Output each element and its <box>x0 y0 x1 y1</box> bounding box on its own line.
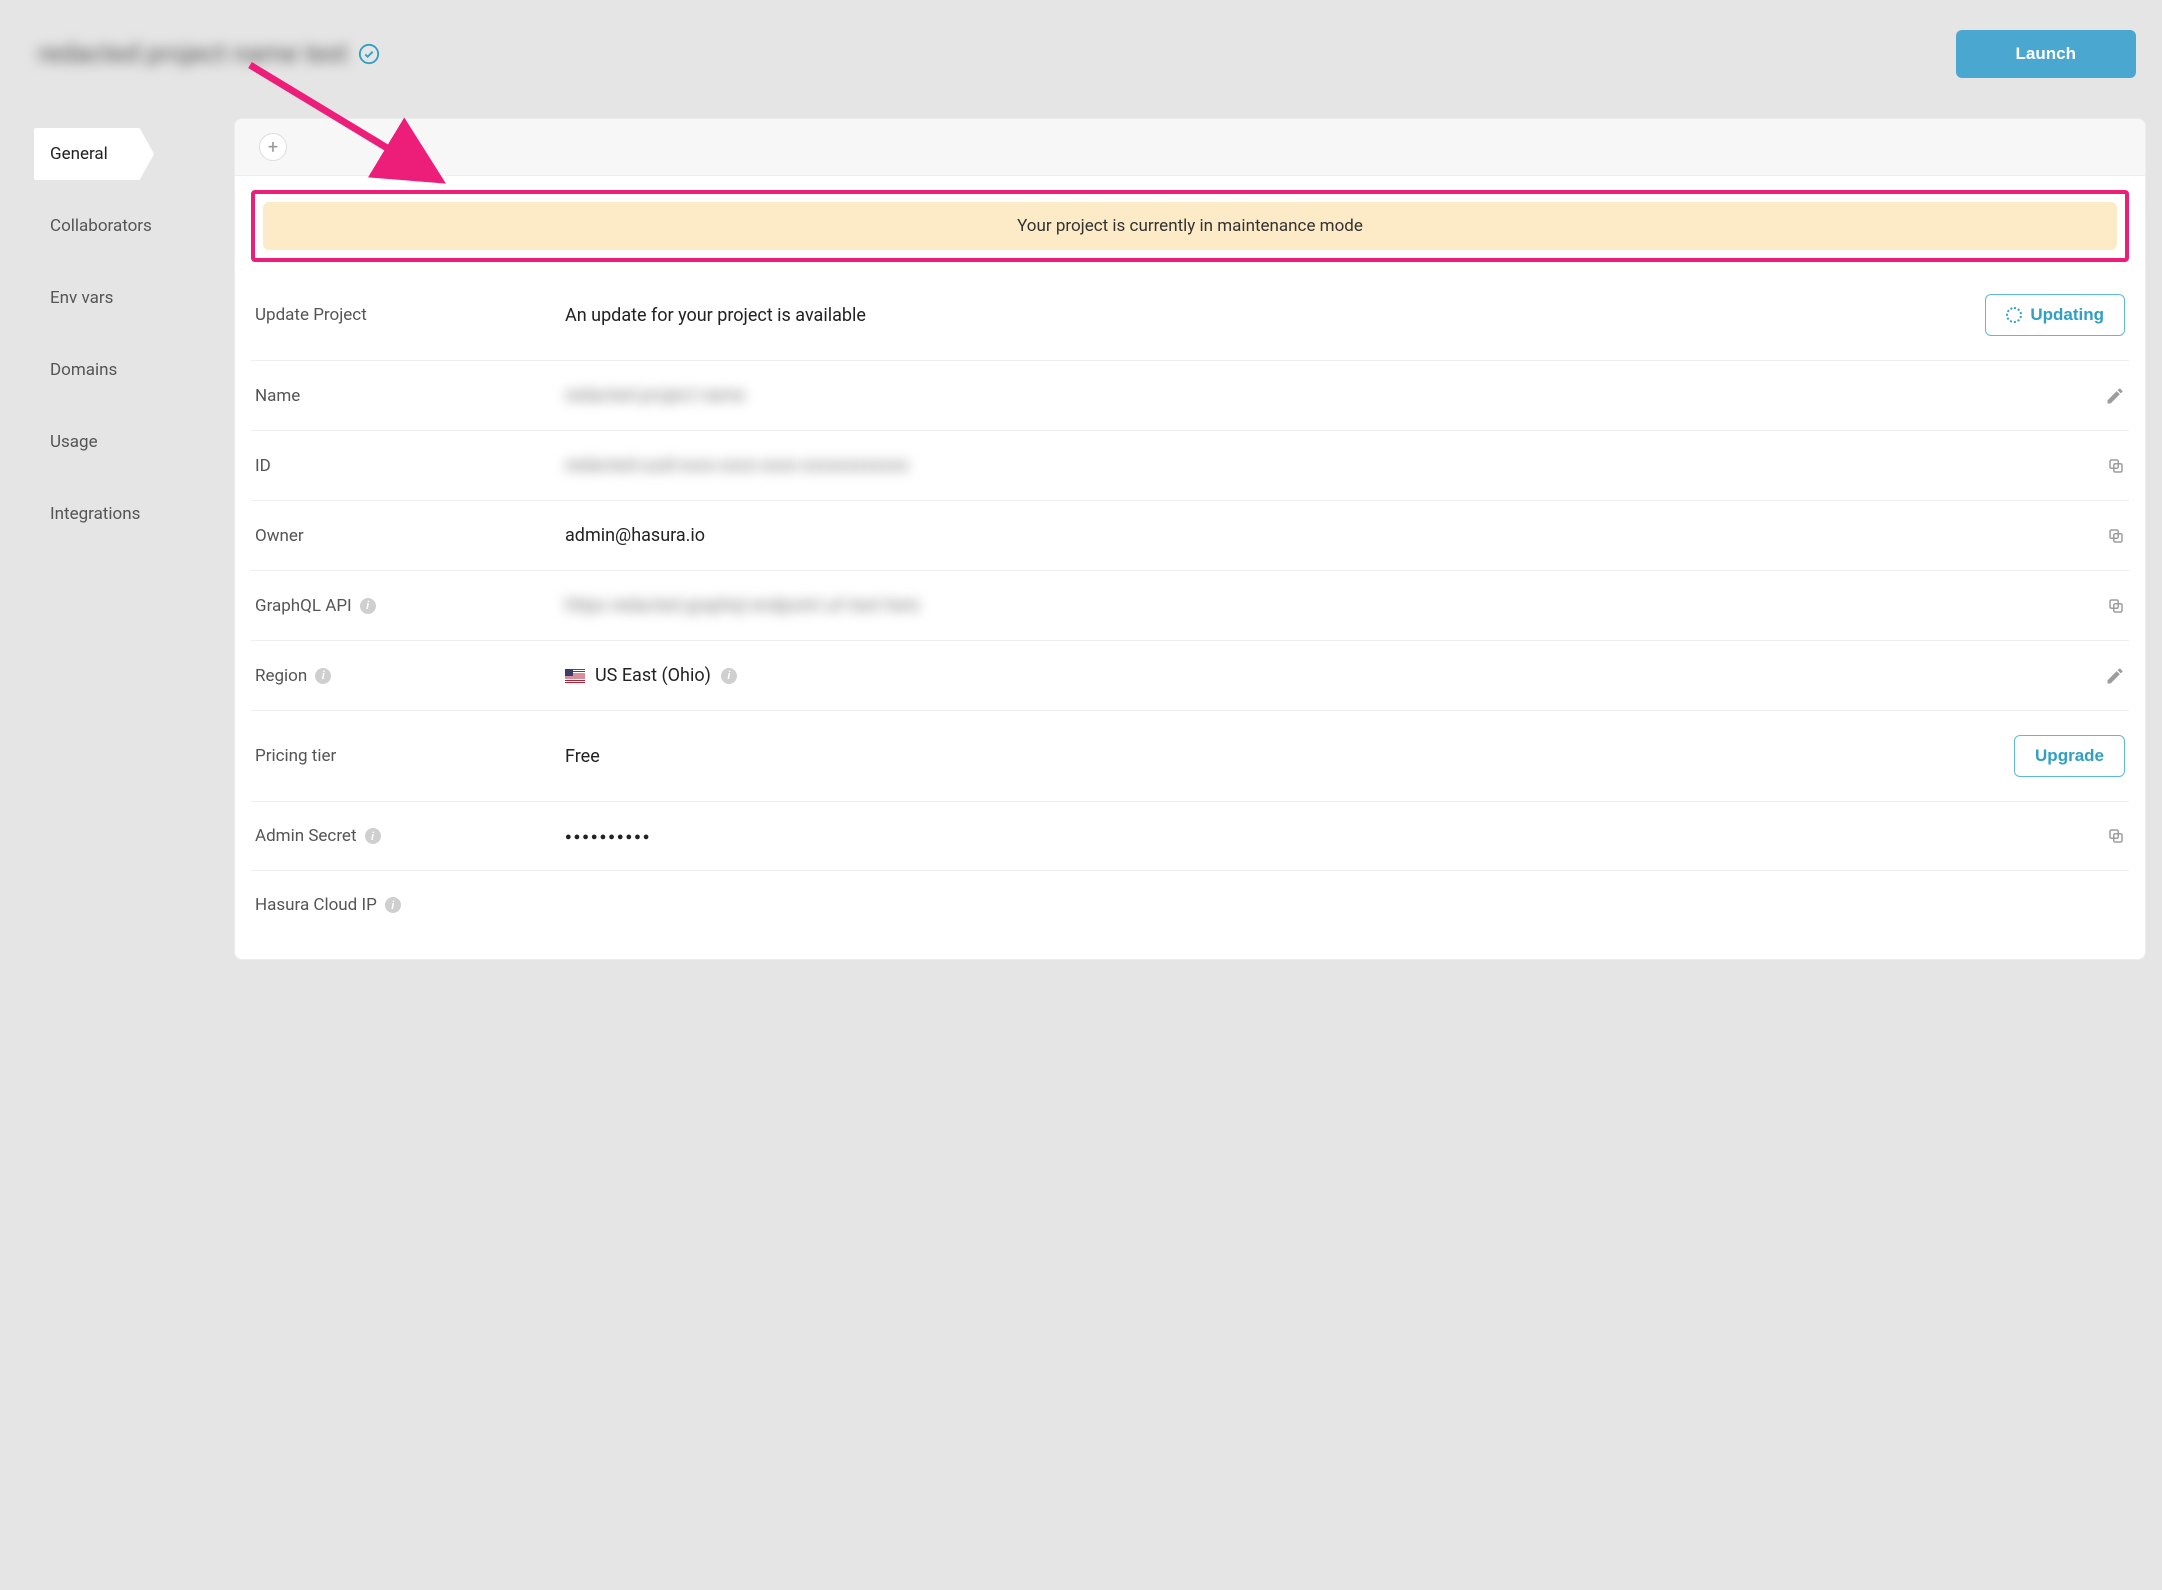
label-region: Region i <box>255 666 545 686</box>
sidebar-item-integrations[interactable]: Integrations <box>0 488 230 540</box>
project-title-wrap: redacted project name text <box>38 39 380 69</box>
sidebar-item-collaborators[interactable]: Collaborators <box>0 200 230 252</box>
copy-icon <box>2107 527 2125 545</box>
label-admin-secret-text: Admin Secret <box>255 826 357 846</box>
value-region: US East (Ohio) <box>595 665 711 686</box>
label-name: Name <box>255 386 545 406</box>
info-icon[interactable]: i <box>365 828 381 844</box>
label-id: ID <box>255 456 545 476</box>
sidebar-item-label: Integrations <box>50 504 140 524</box>
row-pricing-tier: Pricing tier Free Upgrade <box>251 711 2129 802</box>
row-owner: Owner admin@hasura.io <box>251 501 2129 571</box>
label-region-text: Region <box>255 666 307 686</box>
copy-icon <box>2107 457 2125 475</box>
row-name: Name redacted project name <box>251 361 2129 431</box>
label-admin-secret: Admin Secret i <box>255 826 545 846</box>
project-title-blurred: redacted project name text <box>38 39 348 69</box>
row-cloud-ip: Hasura Cloud IP i <box>251 871 2129 939</box>
row-graphql-api: GraphQL API i https redacted graphql end… <box>251 571 2129 641</box>
copy-owner-button[interactable] <box>2107 527 2125 545</box>
value-graphql-blurred: https redacted graphql endpoint url text… <box>565 595 919 616</box>
maintenance-banner: Your project is currently in maintenance… <box>263 202 2117 250</box>
launch-button[interactable]: Launch <box>1956 30 2136 78</box>
pencil-icon <box>2105 386 2125 406</box>
value-pricing-tier: Free <box>565 746 1994 767</box>
row-region: Region i US East (Ohio) i <box>251 641 2129 711</box>
value-name-blurred: redacted project name <box>565 385 745 406</box>
value-admin-secret: ●●●●●●●●●● <box>565 830 2087 843</box>
pencil-icon <box>2105 666 2125 686</box>
updating-button[interactable]: Updating <box>1985 294 2125 336</box>
value-owner: admin@hasura.io <box>565 525 2087 546</box>
edit-region-button[interactable] <box>2105 666 2125 686</box>
us-flag-icon <box>565 669 585 683</box>
label-cloud-ip: Hasura Cloud IP i <box>255 895 545 915</box>
maintenance-banner-highlight: Your project is currently in maintenance… <box>251 190 2129 262</box>
add-tab-button[interactable]: + <box>259 133 287 161</box>
value-region-wrap: US East (Ohio) i <box>565 665 2085 686</box>
info-icon[interactable]: i <box>360 598 376 614</box>
upgrade-button[interactable]: Upgrade <box>2014 735 2125 777</box>
info-icon[interactable]: i <box>315 668 331 684</box>
content: Your project is currently in maintenance… <box>235 190 2145 959</box>
copy-icon <box>2107 827 2125 845</box>
plus-icon: + <box>268 137 278 158</box>
sidebar-item-label: Collaborators <box>50 216 152 236</box>
label-graphql-api: GraphQL API i <box>255 596 545 616</box>
sidebar-item-env-vars[interactable]: Env vars <box>0 272 230 324</box>
sidebar-item-general[interactable]: General <box>34 128 154 180</box>
value-id-blurred: redacted-uuid-xxxx-xxxx-xxxx-xxxxxxxxxxx… <box>565 455 909 476</box>
updating-button-label: Updating <box>2030 305 2104 325</box>
verified-check-icon <box>358 43 380 65</box>
row-admin-secret: Admin Secret i ●●●●●●●●●● <box>251 802 2129 871</box>
admin-secret-dots: ●●●●●●●●●● <box>565 830 651 843</box>
label-owner: Owner <box>255 526 545 546</box>
sidebar-item-usage[interactable]: Usage <box>0 416 230 468</box>
label-graphql-text: GraphQL API <box>255 596 352 616</box>
info-icon[interactable]: i <box>385 897 401 913</box>
main-panel: + Your project is currently in maintenan… <box>234 118 2146 960</box>
copy-id-button[interactable] <box>2107 457 2125 475</box>
edit-name-button[interactable] <box>2105 386 2125 406</box>
value-update-project: An update for your project is available <box>565 305 1965 326</box>
row-id: ID redacted-uuid-xxxx-xxxx-xxxx-xxxxxxxx… <box>251 431 2129 501</box>
spinner-icon <box>2006 307 2022 323</box>
copy-admin-secret-button[interactable] <box>2107 827 2125 845</box>
sidebar-item-domains[interactable]: Domains <box>0 344 230 396</box>
sidebar-item-label: Domains <box>50 360 117 380</box>
label-update-project: Update Project <box>255 305 545 325</box>
sidebar: General Collaborators Env vars Domains U… <box>0 118 230 560</box>
row-update-project: Update Project An update for your projec… <box>251 270 2129 361</box>
copy-graphql-button[interactable] <box>2107 597 2125 615</box>
layout: General Collaborators Env vars Domains U… <box>0 88 2162 960</box>
sidebar-item-label: Usage <box>50 432 98 452</box>
copy-icon <box>2107 597 2125 615</box>
page-header: redacted project name text Launch <box>0 0 2162 88</box>
sidebar-item-label: Env vars <box>50 288 113 308</box>
info-icon[interactable]: i <box>721 668 737 684</box>
label-cloud-ip-text: Hasura Cloud IP <box>255 895 377 915</box>
label-pricing-tier: Pricing tier <box>255 746 545 766</box>
sidebar-item-label: General <box>50 144 108 164</box>
main-tabbar: + <box>235 119 2145 176</box>
